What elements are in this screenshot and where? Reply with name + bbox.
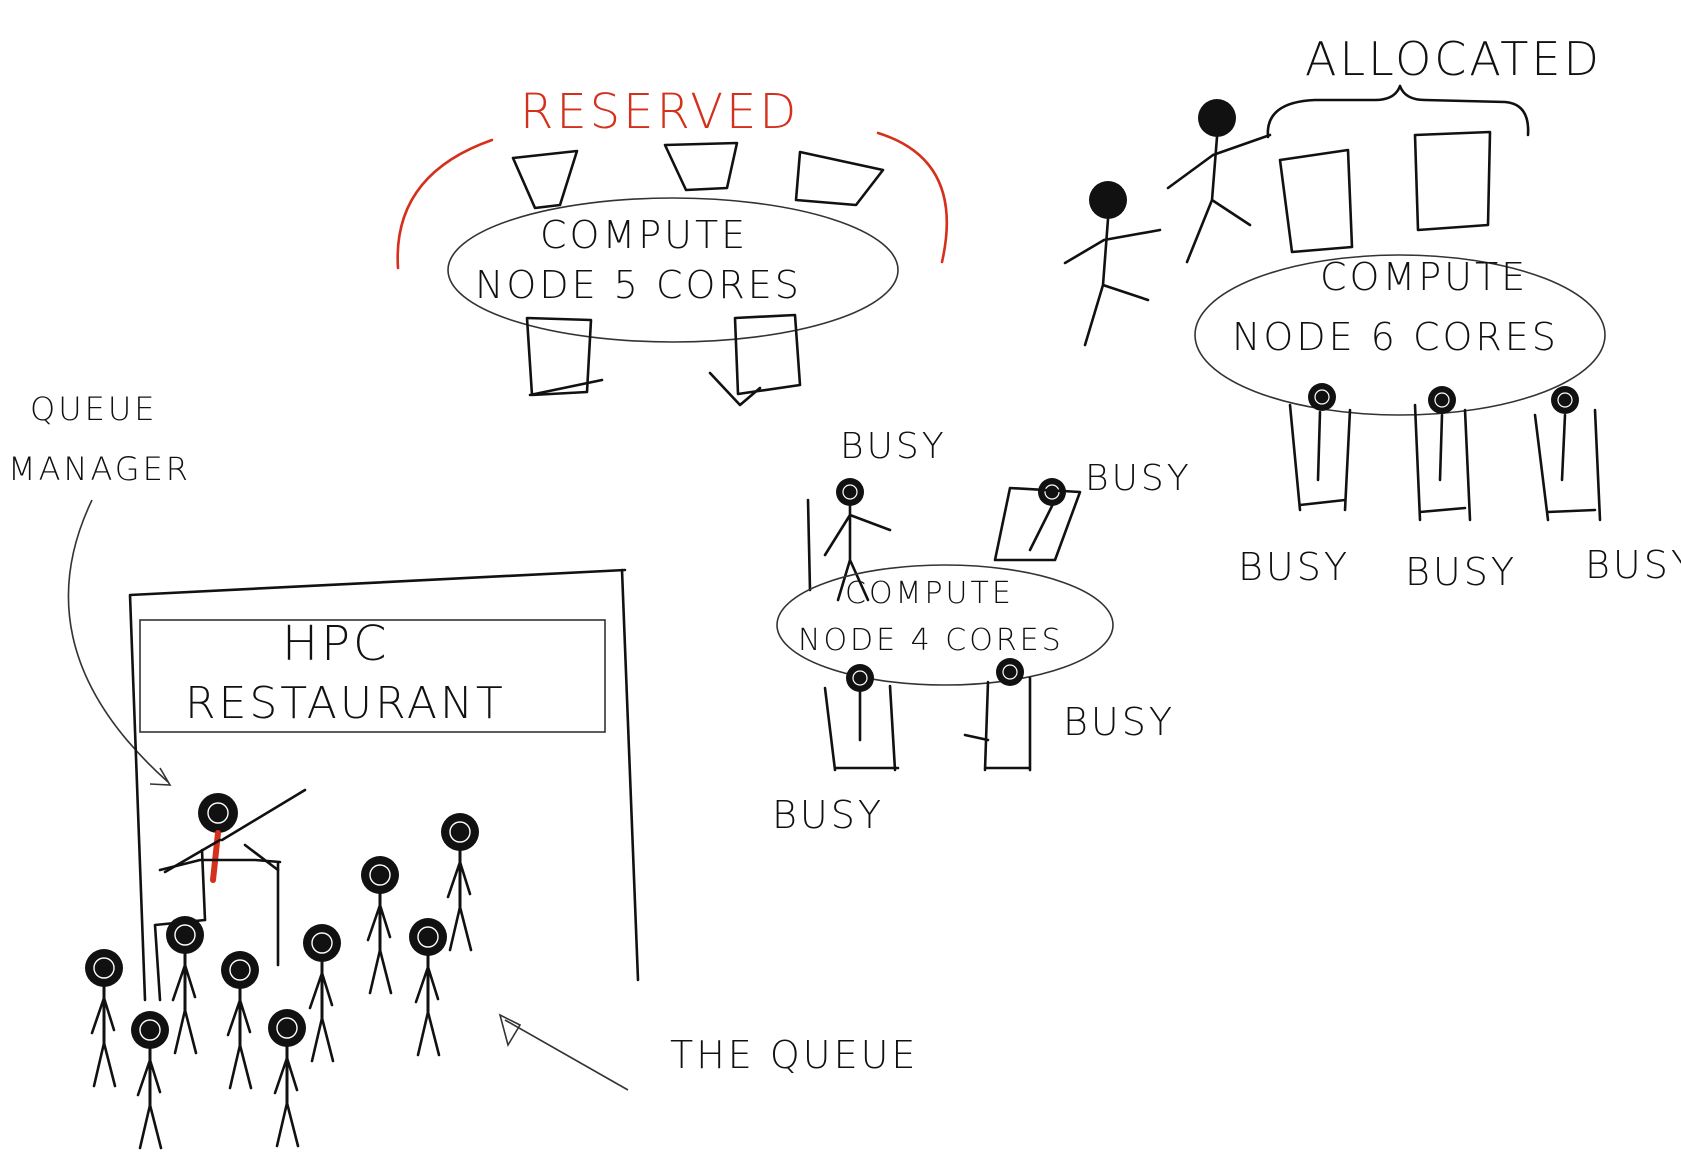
- restaurant-line1: HPC: [282, 616, 390, 672]
- busy-label: BUSY: [1238, 545, 1350, 589]
- busy-label: BUSY: [772, 793, 884, 837]
- restaurant-building: HPC RESTAURANT: [128, 568, 640, 1002]
- busy-label: BUSY: [840, 426, 947, 467]
- the-queue-label: THE QUEUE: [670, 1033, 918, 1077]
- queued-person: [301, 922, 343, 1063]
- hpc-restaurant-diagram: RESERVED COMPUTE NODE 5 CORES ALLOCATED …: [8, 32, 1681, 1150]
- walking-person: [1166, 99, 1272, 264]
- restaurant-line2: RESTAURANT: [185, 678, 506, 729]
- queued-person: [83, 947, 125, 1088]
- node6-line2: NODE 6 CORES: [1232, 315, 1559, 359]
- node6-line1: COMPUTE: [1320, 255, 1528, 299]
- walking-person: [1063, 181, 1162, 347]
- node5-line2: NODE 5 CORES: [475, 263, 802, 307]
- queued-person: [219, 949, 261, 1090]
- reserved-bracket-right: [876, 131, 949, 264]
- queue-manager-arrow: [67, 499, 169, 783]
- busy-label: BUSY: [1063, 700, 1175, 744]
- queued-person: [266, 1007, 308, 1148]
- queued-person: [407, 916, 449, 1057]
- queued-person: [359, 854, 401, 995]
- queue-manager-line1: QUEUE: [30, 390, 157, 428]
- busy-diner: [1288, 382, 1602, 522]
- node5-line1: COMPUTE: [540, 213, 748, 257]
- queue-manager-line2: MANAGER: [8, 450, 191, 488]
- reserved-bracket-left: [396, 138, 494, 270]
- busy-label: BUSY: [1405, 550, 1517, 594]
- allocated-label: ALLOCATED: [1305, 32, 1602, 86]
- node4-group: BUSY BUSY COMPUTE NODE 4 CORES BUSY BUSY: [772, 426, 1192, 837]
- node4-line2: NODE 4 CORES: [798, 623, 1064, 658]
- queued-person: [129, 1009, 171, 1150]
- chair-top: [1278, 130, 1492, 254]
- reserved-node-group: RESERVED COMPUTE NODE 5 CORES: [396, 84, 949, 407]
- busy-label: BUSY: [1085, 458, 1192, 499]
- busy-label: BUSY: [1585, 543, 1681, 587]
- reserved-label: RESERVED: [520, 84, 799, 140]
- the-queue-arrow: [504, 1019, 629, 1091]
- queued-person: [164, 914, 206, 1055]
- node4-line1: COMPUTE: [845, 576, 1014, 611]
- allocated-node-group: ALLOCATED COMPUTE NODE 6 CORES BUSY BUSY…: [1063, 32, 1681, 594]
- chair-bottom: [525, 313, 802, 407]
- queued-person: [439, 811, 481, 952]
- allocated-brace: [1266, 84, 1530, 139]
- queue-manager-annotation: QUEUE MANAGER: [8, 390, 191, 786]
- busy-diner: [823, 657, 1032, 772]
- the-queue-annotation: THE QUEUE: [498, 1013, 918, 1091]
